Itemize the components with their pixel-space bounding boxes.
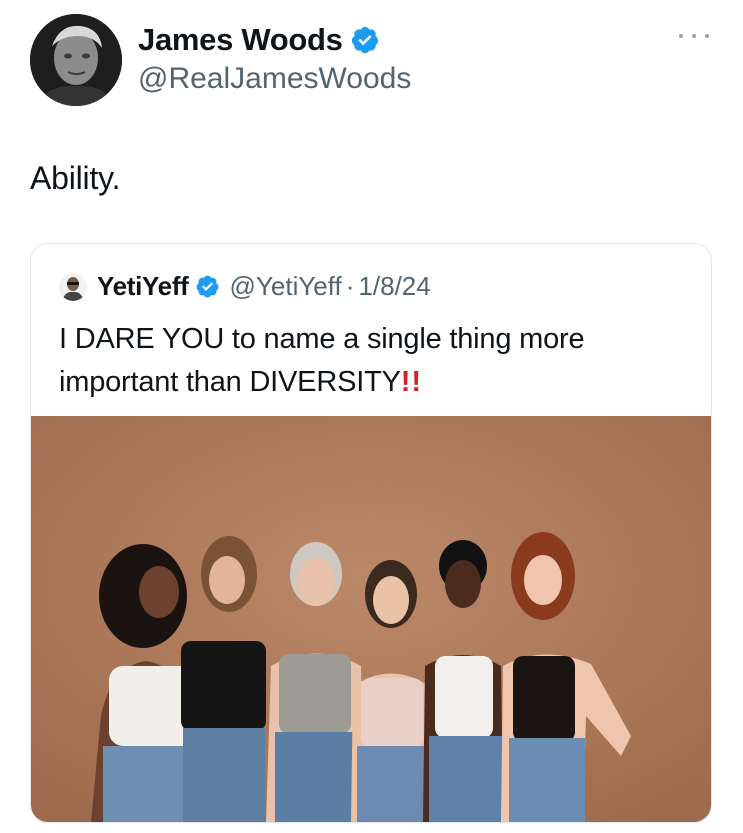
quoted-tweet-card[interactable]: YetiYeff @YetiYeff · 1/8/24 I DARE YOU t… — [30, 243, 712, 823]
quoted-post-date[interactable]: 1/8/24 — [358, 271, 430, 302]
separator-dot: · — [345, 271, 355, 301]
author-handle[interactable]: @RealJamesWoods — [138, 62, 411, 96]
tweet-text: Ability. — [30, 160, 121, 196]
verified-badge-icon — [351, 26, 378, 54]
author-name-row[interactable]: James Woods — [138, 22, 380, 58]
quoted-author-avatar[interactable] — [59, 272, 87, 301]
tweet: James Woods @RealJamesWoods Ability. Yet… — [0, 0, 743, 833]
more-horizontal-icon[interactable] — [679, 30, 709, 42]
author-avatar[interactable] — [30, 14, 122, 106]
quoted-author-handle[interactable]: @YetiYeff — [230, 271, 342, 302]
quoted-verified-badge-icon — [196, 275, 218, 298]
quoted-author-display-name[interactable]: YetiYeff — [97, 271, 189, 302]
quoted-tweet-header: YetiYeff @YetiYeff · 1/8/24 — [59, 271, 431, 302]
author-display-name[interactable]: James Woods — [138, 22, 343, 58]
quoted-tweet-image[interactable] — [31, 416, 711, 822]
quoted-tweet-text: I DARE YOU to name a single thing more i… — [59, 318, 689, 404]
double-exclamation-emoji: !! — [400, 366, 423, 398]
quoted-tweet-body: I DARE YOU to name a single thing more i… — [59, 323, 585, 398]
